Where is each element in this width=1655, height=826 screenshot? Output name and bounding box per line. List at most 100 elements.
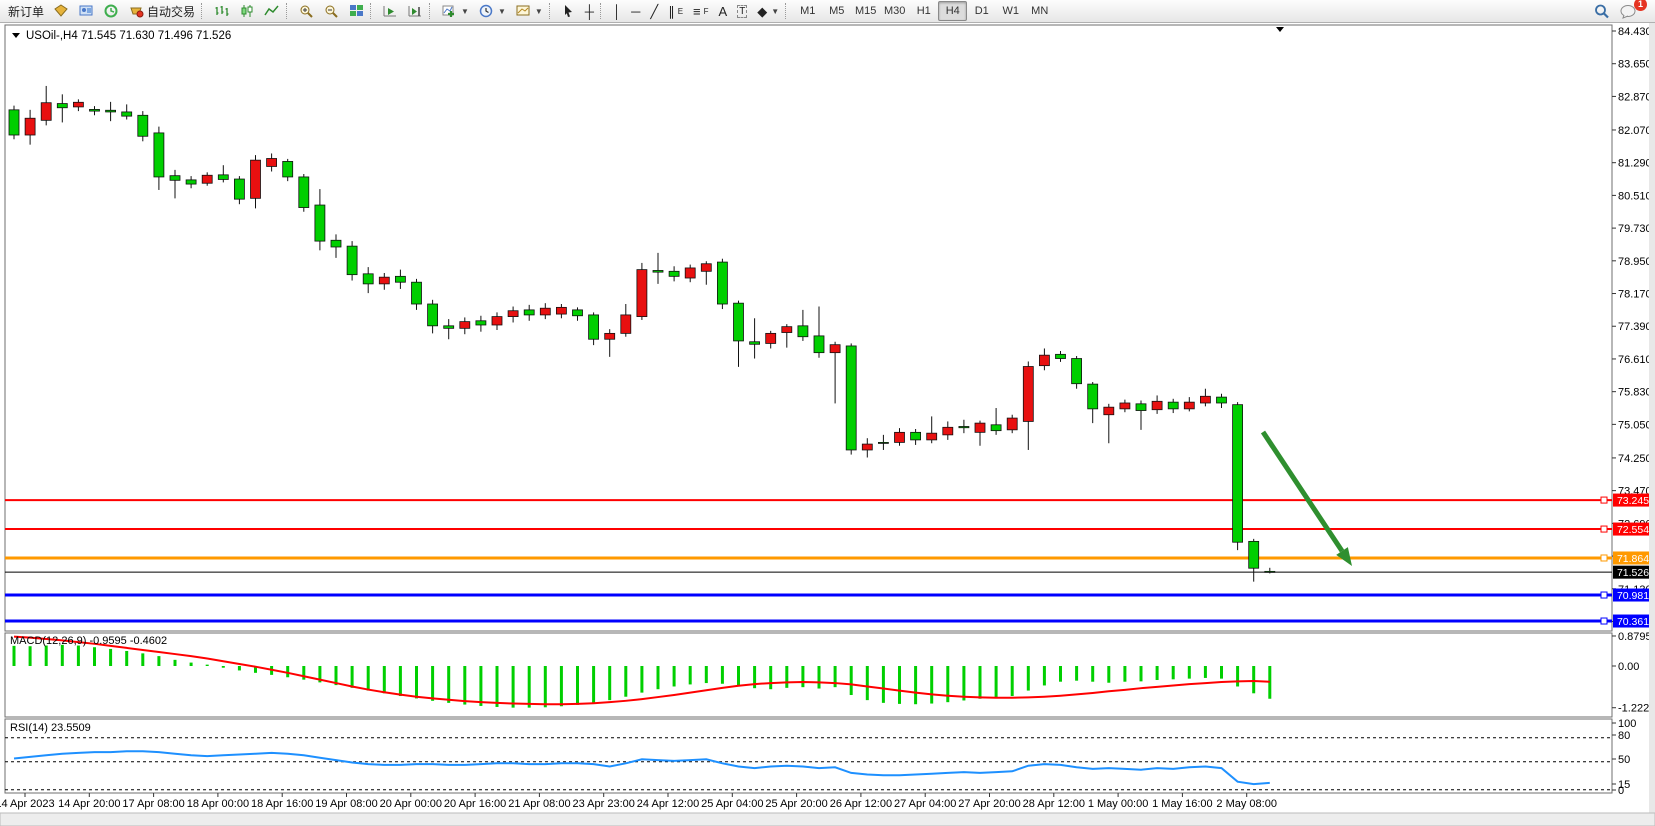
timeframe-w1[interactable]: W1 xyxy=(996,1,1025,21)
macd-histogram-bar xyxy=(351,666,354,688)
timeframe-m1[interactable]: M1 xyxy=(793,1,822,21)
bar-chart-type-button[interactable] xyxy=(209,1,235,22)
price-axis-label: 78.170 xyxy=(1618,289,1652,301)
candle-body xyxy=(186,180,196,184)
rsi-pane[interactable] xyxy=(5,719,1612,793)
templates-button[interactable]: ▼ xyxy=(511,1,548,22)
tile-windows-button[interactable] xyxy=(344,1,369,22)
new-order-button[interactable]: 新订单 xyxy=(3,1,49,22)
label-icon: T xyxy=(737,5,747,18)
time-axis-label: 1 May 00:00 xyxy=(1088,798,1149,810)
zoom-in-icon xyxy=(299,4,314,18)
timeframe-d1[interactable]: D1 xyxy=(967,1,996,21)
macd-histogram-bar xyxy=(1172,666,1175,679)
macd-histogram-bar xyxy=(1252,666,1255,693)
candle-body xyxy=(573,310,583,316)
market-watch-icon xyxy=(54,4,69,18)
timeframe-group: M1M5M15M30H1H4D1W1MN xyxy=(793,1,1054,21)
timeframe-m5[interactable]: M5 xyxy=(822,1,851,21)
cursor-tool-button[interactable] xyxy=(557,1,580,22)
support-line-blue-2-handle[interactable] xyxy=(1601,618,1607,624)
macd-histogram-bar xyxy=(640,666,643,693)
time-axis-label: 20 Apr 16:00 xyxy=(444,798,506,810)
candle-body xyxy=(90,109,100,111)
rsi-axis-label: 50 xyxy=(1618,754,1630,766)
timeframe-mn[interactable]: MN xyxy=(1025,1,1054,21)
channel-tool-button[interactable]: ∥E xyxy=(663,1,688,22)
chart-shift-icon xyxy=(408,4,423,18)
autotrade-button[interactable]: 自动交易 xyxy=(124,1,200,22)
candle-body xyxy=(106,110,116,112)
strategy-button[interactable] xyxy=(99,1,124,22)
resistance-line-1-handle[interactable] xyxy=(1601,497,1607,503)
timeframe-h1[interactable]: H1 xyxy=(909,1,938,21)
zoom-out-button[interactable] xyxy=(319,1,344,22)
horizontal-line-tool-button[interactable]: ─ xyxy=(626,1,645,22)
crosshair-tool-button[interactable]: ┼ xyxy=(580,1,599,22)
line-chart-type-button[interactable] xyxy=(259,1,285,22)
candle-chart-type-button[interactable] xyxy=(235,1,259,22)
time-axis-label: 18 Apr 16:00 xyxy=(251,798,313,810)
candle-body xyxy=(766,333,776,343)
indicators-button[interactable]: ▼ xyxy=(437,1,474,22)
candle-body xyxy=(782,327,792,333)
trendline-tool-button[interactable]: ╱ xyxy=(645,1,663,22)
auto-scroll-button[interactable] xyxy=(378,1,403,22)
fibonacci-icon: ≡ xyxy=(693,5,701,18)
timeframe-h4[interactable]: H4 xyxy=(938,1,967,21)
search-button[interactable] xyxy=(1589,1,1615,22)
time-axis-label: 23 Apr 23:00 xyxy=(573,798,635,810)
svg-text:71.526: 71.526 xyxy=(1617,567,1649,579)
candle-body xyxy=(717,262,727,304)
price-axis-label: 74.250 xyxy=(1618,453,1652,465)
candle-body xyxy=(540,308,550,315)
macd-histogram-bar xyxy=(383,666,386,693)
market-watch-button[interactable] xyxy=(49,1,74,22)
label-tool-button[interactable]: T xyxy=(732,1,752,22)
macd-histogram-bar xyxy=(512,666,515,708)
macd-histogram-bar xyxy=(962,666,965,700)
candle-body xyxy=(234,179,244,199)
periods-button[interactable]: ▼ xyxy=(474,1,511,22)
candle-body xyxy=(701,264,711,272)
navigator-button[interactable] xyxy=(74,1,99,22)
macd-histogram-bar xyxy=(689,666,692,684)
zoom-in-button[interactable] xyxy=(294,1,319,22)
macd-histogram-bar xyxy=(141,653,144,666)
macd-histogram-bar xyxy=(737,666,740,686)
resistance-line-2-handle[interactable] xyxy=(1601,526,1607,532)
candle-body xyxy=(685,268,695,278)
shapes-tool-button[interactable]: ◆▼ xyxy=(752,1,784,22)
price-axis-label: 84.430 xyxy=(1618,26,1652,38)
candle-body xyxy=(9,110,19,135)
macd-histogram-bar xyxy=(190,663,193,666)
candle-body xyxy=(57,104,67,108)
timeframe-m30[interactable]: M30 xyxy=(880,1,909,21)
macd-histogram-bar xyxy=(1043,666,1046,685)
chat-badge: 1 xyxy=(1634,0,1647,11)
support-line-blue-1-handle[interactable] xyxy=(1601,592,1607,598)
candle-body xyxy=(444,326,454,329)
vertical-line-tool-button[interactable]: │ xyxy=(608,1,626,22)
chart-canvas[interactable]: 84.43083.65082.87082.07081.29080.51079.7… xyxy=(0,0,1655,826)
cursor-icon xyxy=(562,4,575,18)
main-pane[interactable] xyxy=(5,25,1612,631)
time-axis-label: 21 Apr 08:00 xyxy=(508,798,570,810)
chat-button[interactable]: 1 xyxy=(1615,1,1642,22)
macd-pane[interactable] xyxy=(5,633,1612,717)
support-line-orange-handle[interactable] xyxy=(1601,555,1607,561)
fibonacci-tool-button[interactable]: ≡F xyxy=(688,1,713,22)
candle-body xyxy=(1023,367,1033,422)
timeframe-m15[interactable]: M15 xyxy=(851,1,880,21)
candle-body xyxy=(138,115,148,136)
candle-body xyxy=(299,177,309,208)
candle-body xyxy=(605,333,615,339)
macd-histogram-bar xyxy=(93,647,96,666)
candle-body xyxy=(492,317,502,325)
macd-axis-label: 0.00 xyxy=(1618,661,1639,673)
text-tool-button[interactable]: A xyxy=(714,1,733,22)
channel-icon-sub: E xyxy=(678,7,683,16)
dropdown-caret-icon: ▼ xyxy=(771,7,779,16)
macd-histogram-bar xyxy=(174,660,177,666)
chart-shift-button[interactable] xyxy=(403,1,428,22)
